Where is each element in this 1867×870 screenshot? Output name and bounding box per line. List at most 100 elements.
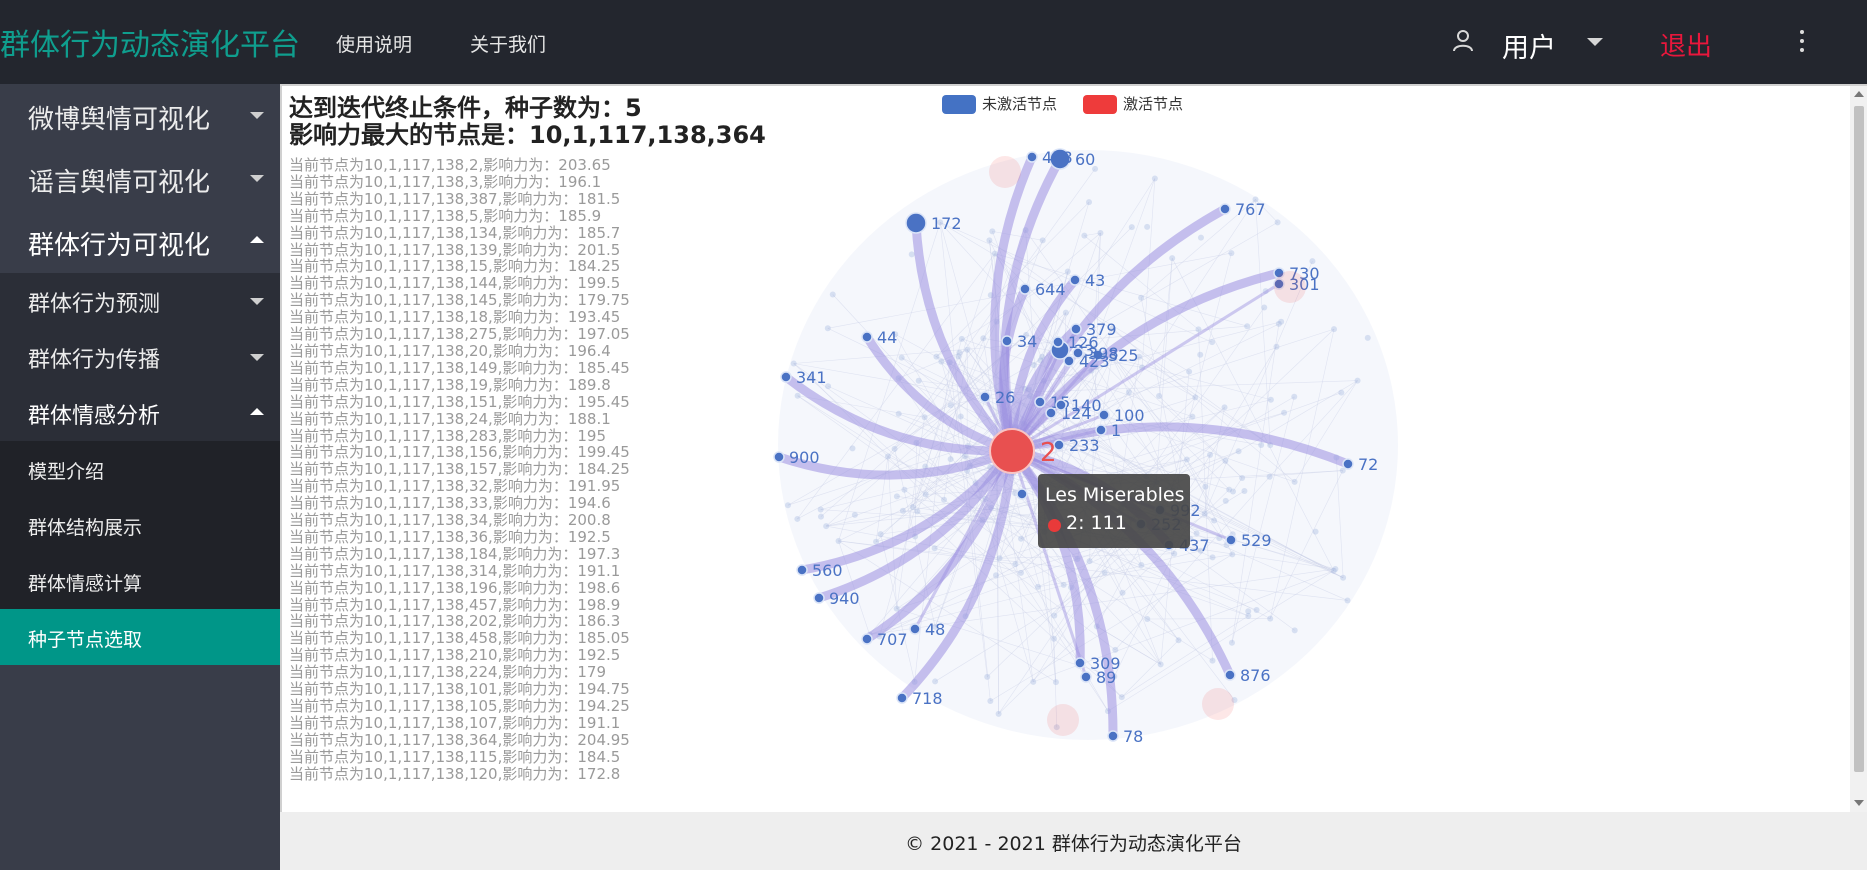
graph-node[interactable] <box>1107 730 1119 742</box>
scrollbar-thumb[interactable] <box>1854 106 1864 772</box>
graph-bg-node <box>1012 561 1019 568</box>
graph-node-label: 379 <box>1086 320 1117 339</box>
graph-bg-node <box>980 335 987 342</box>
graph-bg-node <box>915 377 922 384</box>
log-line: 当前节点为10,1,117,138,156,影响力为：199.45 <box>289 443 630 462</box>
graph-bg-node <box>984 673 991 680</box>
graph-bg-node <box>794 515 801 522</box>
log-line: 当前节点为10,1,117,138,134,影响力为：185.7 <box>289 223 621 242</box>
log-line: 当前节点为10,1,117,138,36,影响力为：192.5 <box>289 527 611 546</box>
graph-node-faint <box>989 156 1021 188</box>
graph-node[interactable] <box>1055 399 1067 411</box>
graph-bg-node <box>1312 528 1319 535</box>
graph-bg-node <box>957 413 964 420</box>
graph-bg-node <box>829 291 836 298</box>
graph-bg-node <box>1086 199 1093 206</box>
log-line: 当前节点为10,1,117,138,5,影响力为：185.9 <box>289 206 602 225</box>
graph-bg-node <box>877 531 884 538</box>
network-graph[interactable]: 1152326344344486072788910012412614017223… <box>0 0 1867 870</box>
graph-bg-node <box>1189 413 1196 420</box>
graph-bg-node <box>1052 679 1059 686</box>
log-line: 当前节点为10,1,117,138,139,影响力为：201.5 <box>289 240 621 259</box>
graph-bg-node <box>1197 234 1204 241</box>
graph-node[interactable] <box>1063 355 1075 367</box>
log-line: 当前节点为10,1,117,138,2,影响力为：203.65 <box>289 156 611 174</box>
graph-node[interactable] <box>1080 671 1092 683</box>
graph-bg-node <box>817 513 824 520</box>
log-line: 当前节点为10,1,117,138,145,影响力为：179.75 <box>289 291 630 310</box>
graph-node-center[interactable] <box>989 428 1035 474</box>
graph-bg-node <box>1211 517 1218 524</box>
graph-node[interactable] <box>780 371 792 383</box>
graph-tooltip: Les Miserables 2: 111 <box>1038 474 1190 548</box>
graph-bg-node <box>941 496 948 503</box>
graph-bg-node <box>993 572 1000 579</box>
graph-bg-node <box>921 414 928 421</box>
graph-bg-node <box>893 493 900 500</box>
graph-node[interactable] <box>896 692 908 704</box>
graph-node[interactable] <box>796 564 808 576</box>
graph-node-label: 60 <box>1075 150 1095 169</box>
graph-node[interactable] <box>909 623 921 635</box>
graph-node-label: 140 <box>1071 396 1102 415</box>
graph-node-label: 172 <box>931 214 962 233</box>
graph-bg-node <box>895 410 902 417</box>
graph-node[interactable] <box>1069 274 1081 286</box>
graph-bg-node <box>1039 237 1046 244</box>
graph-bg-node <box>1118 694 1125 701</box>
graph-node-label: 423 <box>1079 352 1110 371</box>
graph-bg-node <box>851 511 858 518</box>
graph-node[interactable] <box>1052 336 1064 348</box>
graph-node-label: 34 <box>1017 332 1037 351</box>
graph-bg-node <box>908 251 915 258</box>
graph-node[interactable] <box>1019 283 1031 295</box>
graph-node[interactable] <box>861 633 873 645</box>
graph-node-label: 43 <box>1085 271 1105 290</box>
graph-node[interactable] <box>1219 203 1231 215</box>
graph-node[interactable] <box>979 391 991 403</box>
graph-node-label: 529 <box>1241 531 1272 550</box>
graph-node[interactable] <box>1070 323 1082 335</box>
graph-node-label: 341 <box>796 368 827 387</box>
graph-bg-node <box>823 523 830 530</box>
graph-node[interactable] <box>1225 534 1237 546</box>
log-line: 当前节点为10,1,117,138,457,影响力为：198.9 <box>289 595 621 614</box>
vertical-scrollbar[interactable] <box>1850 86 1867 812</box>
graph-node[interactable] <box>1074 657 1086 669</box>
legend-item-inactive[interactable]: 未激活节点 <box>942 93 1058 114</box>
graph-node[interactable] <box>1001 335 1013 347</box>
graph-node[interactable] <box>1034 396 1046 408</box>
graph-bg-node <box>1202 483 1209 490</box>
graph-node[interactable] <box>861 331 873 343</box>
legend-item-active[interactable]: 激活节点 <box>1083 93 1184 114</box>
graph-node[interactable] <box>1342 458 1354 470</box>
log-line: 当前节点为10,1,117,138,275,影响力为：197.05 <box>289 325 630 344</box>
tooltip-marker <box>1048 519 1061 532</box>
graph-bg-node <box>1097 229 1104 236</box>
graph-bg-node <box>1354 377 1361 384</box>
graph-bg-node <box>996 555 1003 562</box>
graph-node[interactable] <box>1016 488 1028 500</box>
graph-bg-node <box>1050 635 1057 642</box>
graph-bg-node <box>964 346 971 353</box>
graph-node[interactable] <box>1045 407 1057 419</box>
legend-label: 未激活节点 <box>982 95 1058 113</box>
graph-bg-node <box>1228 639 1235 646</box>
graph-node[interactable] <box>773 451 785 463</box>
legend-label: 激活节点 <box>1123 95 1184 113</box>
graph-bg-node <box>1258 442 1265 449</box>
graph-node[interactable] <box>1026 151 1038 163</box>
graph-bg-node <box>824 325 831 332</box>
graph-node-label: 876 <box>1240 666 1271 685</box>
scroll-down-icon[interactable] <box>1854 800 1864 806</box>
graph-node[interactable] <box>1095 424 1107 436</box>
graph-node[interactable] <box>905 212 927 234</box>
graph-node-label: 100 <box>1114 406 1145 425</box>
scroll-up-icon[interactable] <box>1854 91 1864 97</box>
legend-swatch <box>1083 95 1117 114</box>
log-line: 当前节点为10,1,117,138,184,影响力为：197.3 <box>289 544 621 563</box>
graph-node[interactable] <box>813 592 825 604</box>
log-line: 当前节点为10,1,117,138,107,影响力为：191.1 <box>289 713 621 732</box>
graph-node[interactable] <box>1224 669 1236 681</box>
graph-bg-node <box>1128 224 1135 231</box>
